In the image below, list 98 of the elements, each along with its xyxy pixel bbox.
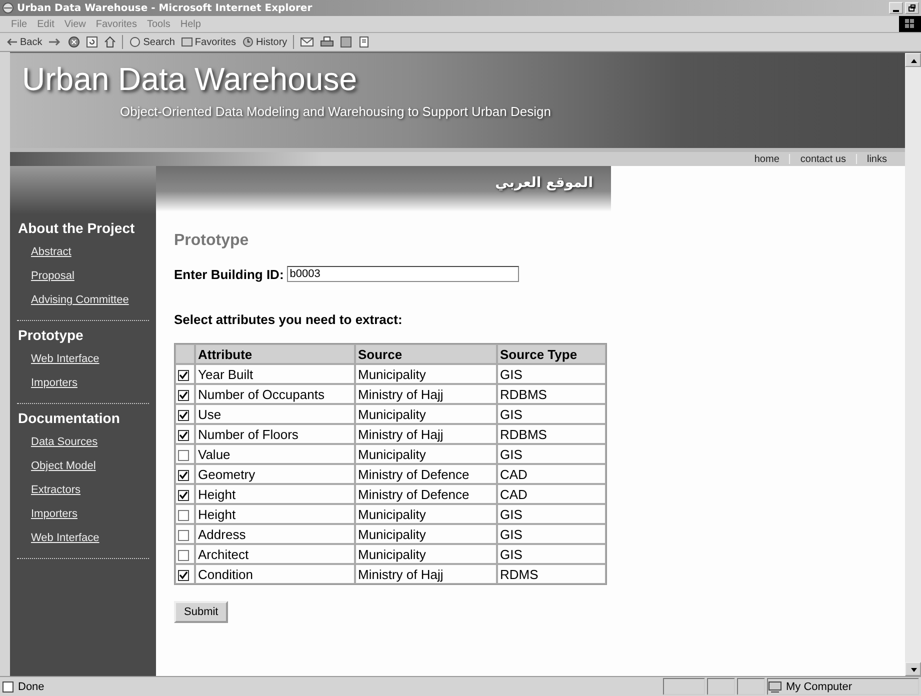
table-cell: Condition	[195, 564, 355, 584]
sidebar-link[interactable]: Importers	[17, 502, 78, 526]
arabic-site-link[interactable]: الموقع العربي	[495, 175, 593, 191]
table-cell: RDMS	[497, 564, 606, 584]
checkbox[interactable]	[178, 490, 189, 501]
table-cell: GIS	[497, 524, 606, 544]
sidebar-link[interactable]: Advising Committee	[17, 288, 129, 312]
sidebar-link[interactable]: Importers	[17, 371, 78, 395]
table-cell: Number of Occupants	[195, 384, 355, 404]
sidebar-heading: About the Project	[17, 220, 136, 238]
print-icon[interactable]	[320, 36, 334, 48]
table-cell: GIS	[497, 504, 606, 524]
sidebar-link[interactable]: Data Sources	[17, 430, 98, 454]
sidebar-link[interactable]: Extractors	[17, 478, 81, 502]
back-button[interactable]: Back	[6, 36, 42, 48]
sidebar-link[interactable]: Abstract	[17, 240, 72, 264]
table-cell: Address	[195, 524, 355, 544]
restore-icon	[908, 4, 916, 12]
table-cell: Municipality	[355, 404, 497, 424]
nav-link[interactable]: links	[866, 154, 887, 164]
table-cell: Ministry of Hajj	[355, 424, 497, 444]
table-cell: Architect	[195, 544, 355, 564]
submit-button[interactable]: Submit	[174, 601, 228, 623]
forward-arrow-icon[interactable]	[48, 37, 62, 47]
table-cell: CAD	[497, 484, 606, 504]
site-subtitle: Object-Oriented Data Modeling and Warehousing to Support Urban Design	[119, 103, 552, 119]
sidebar-link[interactable]: Proposal	[17, 264, 74, 288]
table-cell: Municipality	[355, 444, 497, 464]
checkbox[interactable]	[178, 410, 189, 421]
table-cell: Municipality	[355, 364, 497, 384]
scroll-up-icon[interactable]	[905, 53, 921, 67]
history-button[interactable]: History	[242, 36, 288, 48]
checkbox[interactable]	[178, 470, 189, 481]
windows-logo-icon	[899, 16, 921, 32]
sidebar-link[interactable]: Object Model	[17, 454, 96, 478]
building-id-field[interactable]: b0003	[286, 266, 519, 282]
table-cell: Ministry of Hajj	[355, 564, 497, 584]
table-cell: Ministry of Defence	[355, 484, 497, 504]
table-cell: Ministry of Hajj	[355, 384, 497, 404]
back-arrow-icon	[6, 37, 18, 47]
page-icon	[2, 680, 14, 692]
table-cell: GIS	[497, 404, 606, 424]
table-cell: Municipality	[355, 544, 497, 564]
checkbox[interactable]	[178, 510, 189, 521]
instruction-text: Select attributes you need to extract:	[174, 312, 402, 327]
restore-button[interactable]	[905, 2, 919, 14]
minimize-button[interactable]	[889, 2, 903, 14]
checkbox[interactable]	[178, 390, 189, 401]
table-cell: Municipality	[355, 524, 497, 544]
sidebar-heading: Prototype	[17, 327, 84, 345]
table-cell: Value	[195, 444, 355, 464]
nav-link[interactable]: home	[754, 154, 780, 164]
building-id-label: Enter Building ID:	[174, 266, 284, 282]
table-cell: Number of Floors	[195, 424, 355, 444]
column-header: Source Type	[497, 344, 606, 364]
checkbox[interactable]	[178, 450, 189, 461]
document-icon[interactable]	[358, 36, 370, 48]
site-title: Urban Data Warehouse	[21, 60, 358, 98]
table-cell: Geometry	[195, 464, 355, 484]
column-header: Attribute	[195, 344, 355, 364]
table-cell: RDBMS	[497, 424, 606, 444]
table-cell: Municipality	[355, 504, 497, 524]
refresh-icon[interactable]	[86, 36, 98, 48]
window-title: Urban Data Warehouse - Microsoft Internet Explorer	[17, 2, 314, 14]
table-cell: GIS	[497, 444, 606, 464]
checkbox[interactable]	[178, 570, 189, 581]
sidebar-heading: Documentation	[17, 410, 121, 428]
checkbox[interactable]	[178, 530, 189, 541]
table-cell: Use	[195, 404, 355, 424]
search-button[interactable]: Search	[129, 36, 175, 48]
table-cell: CAD	[497, 464, 606, 484]
table-cell: Height	[195, 504, 355, 524]
favorites-button[interactable]: Favorites	[180, 36, 236, 48]
table-cell: Year Built	[195, 364, 355, 384]
stop-icon[interactable]	[68, 36, 80, 48]
status-text: Done	[2, 680, 661, 692]
home-icon[interactable]	[104, 36, 116, 48]
zone-text: My Computer	[767, 678, 919, 695]
nav-link[interactable]: contact us	[800, 154, 846, 164]
browser-icon	[2, 2, 14, 14]
mail-icon[interactable]	[300, 36, 314, 48]
clock-icon	[242, 36, 254, 48]
table-cell: Height	[195, 484, 355, 504]
scrollbar[interactable]	[905, 53, 921, 676]
table-cell: RDBMS	[497, 384, 606, 404]
column-header: Source	[355, 344, 497, 364]
table-cell: Ministry of Defence	[355, 464, 497, 484]
checkbox[interactable]	[178, 430, 189, 441]
table-cell: GIS	[497, 544, 606, 564]
checkbox[interactable]	[178, 370, 189, 381]
table-cell: GIS	[497, 364, 606, 384]
sidebar-link[interactable]: Web Interface	[17, 526, 100, 550]
computer-icon	[768, 680, 782, 692]
page-heading: Prototype	[174, 232, 249, 250]
search-icon	[129, 36, 142, 48]
sidebar-link[interactable]: Web Interface	[17, 347, 100, 371]
checkbox[interactable]	[178, 550, 189, 561]
scroll-down-icon[interactable]	[905, 662, 921, 676]
